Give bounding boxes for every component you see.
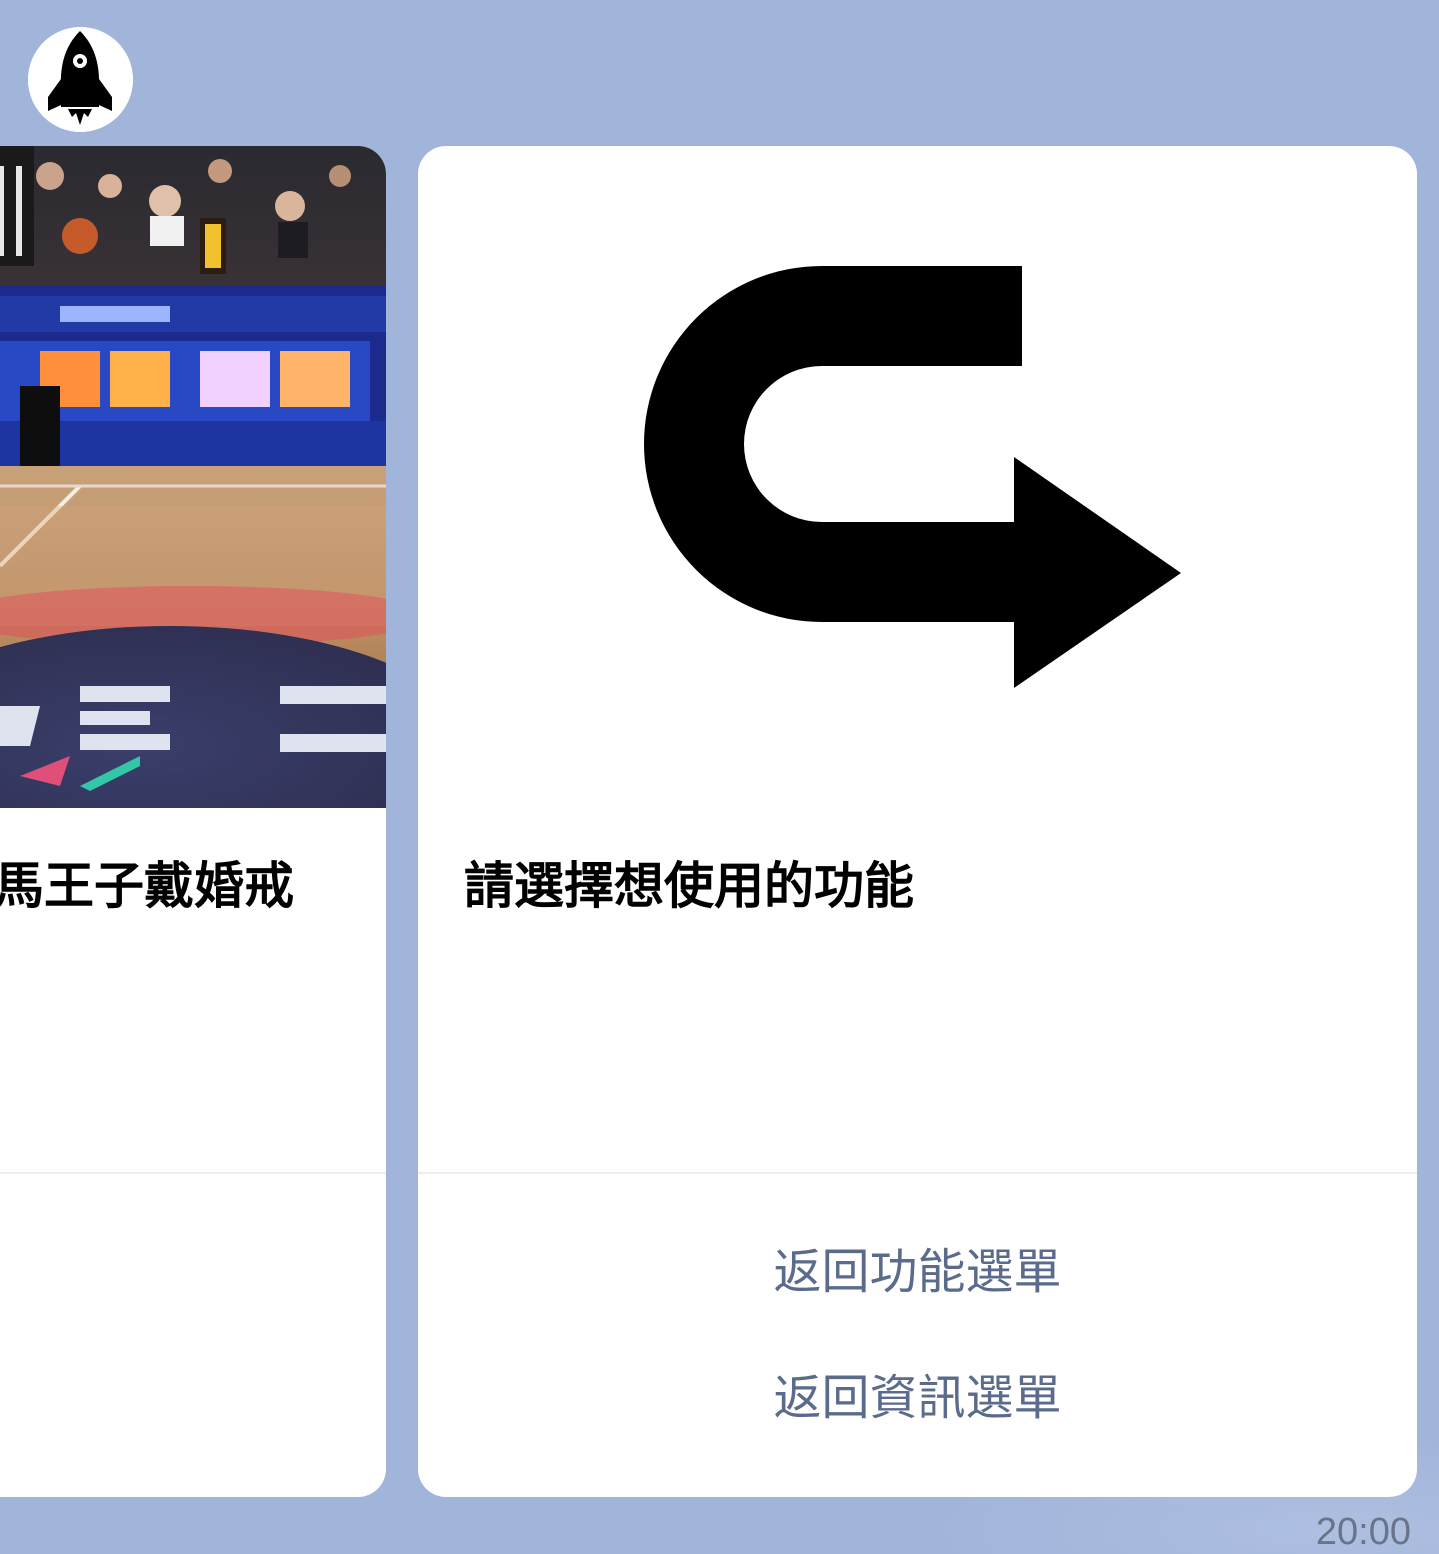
card-divider — [418, 1172, 1417, 1174]
u-turn-arrow-icon — [644, 266, 1181, 688]
card-divider — [0, 1172, 386, 1174]
back-to-info-menu-button[interactable]: 返回資訊選單 — [418, 1368, 1417, 1428]
news-card-photo[interactable] — [0, 146, 386, 808]
bot-avatar[interactable] — [28, 27, 133, 132]
rocket-icon — [28, 27, 133, 132]
news-card-title: 馬王子戴婚戒 — [0, 857, 294, 915]
back-to-function-menu-button[interactable]: 返回功能選單 — [418, 1242, 1417, 1302]
basketball-game-photo — [0, 146, 386, 808]
menu-card-image — [418, 146, 1417, 808]
menu-card-title: 請選擇想使用的功能 — [464, 857, 914, 915]
news-card[interactable]: 馬王子戴婚戒 — [0, 146, 386, 1497]
message-timestamp: 20:00 — [1315, 1511, 1411, 1553]
back-to-function-menu-label: 返回功能選單 — [773, 1244, 1062, 1300]
menu-card: 請選擇想使用的功能 返回功能選單 返回資訊選單 — [418, 146, 1417, 1497]
back-to-info-menu-label: 返回資訊選單 — [773, 1370, 1062, 1426]
